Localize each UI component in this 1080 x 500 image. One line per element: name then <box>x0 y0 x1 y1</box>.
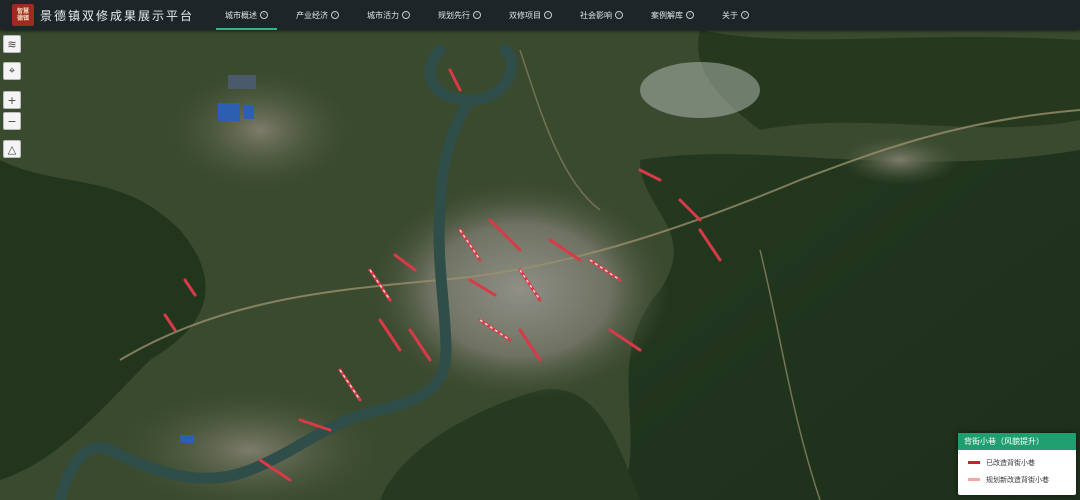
chevron-circle-icon: › <box>741 11 749 19</box>
layers-icon: ≋ <box>7 37 17 51</box>
minus-icon: − <box>7 114 17 128</box>
chevron-circle-icon: › <box>331 11 339 19</box>
map-legend: 背街小巷（风貌提升） 已改造背街小巷 规划新改造背街小巷 <box>958 433 1076 495</box>
legend-title: 背街小巷（风貌提升） <box>958 433 1076 450</box>
building-blue <box>218 103 240 121</box>
nav-item-planning[interactable]: 规划先行 › <box>429 0 490 30</box>
satellite-map[interactable]: ≋ ⌖ + − △ 背街小巷（风貌提升） 已改造背街小巷 规划新改造背街小巷 <box>0 30 1080 500</box>
zoom-out-button[interactable]: − <box>3 112 21 130</box>
chevron-circle-icon: › <box>544 11 552 19</box>
map-canvas[interactable] <box>0 30 1080 500</box>
locate-button[interactable]: ⌖ <box>3 62 21 80</box>
nav-item-cases[interactable]: 案例解库 › <box>642 0 703 30</box>
nav-item-social[interactable]: 社会影响 › <box>571 0 632 30</box>
cloud <box>640 62 760 118</box>
nav-item-projects[interactable]: 双修项目 › <box>500 0 561 30</box>
app-title: 景德镇双修成果展示平台 <box>40 9 195 23</box>
zoom-in-button[interactable]: + <box>3 91 21 109</box>
building-gray <box>228 75 256 89</box>
urban-area-center <box>370 180 670 400</box>
nav-item-industry[interactable]: 产业经济 › <box>287 0 348 30</box>
nav-item-about[interactable]: 关于 › <box>713 0 758 30</box>
plus-icon: + <box>7 93 17 107</box>
chevron-circle-icon: › <box>473 11 481 19</box>
layers-button[interactable]: ≋ <box>3 35 21 53</box>
nav-item-vitality[interactable]: 城市活力 › <box>358 0 419 30</box>
chevron-circle-icon: › <box>686 11 694 19</box>
nav-item-city-overview[interactable]: 城市概述 › <box>216 0 277 30</box>
building-blue <box>244 105 254 119</box>
chevron-circle-icon: › <box>615 11 623 19</box>
main-nav: 城市概述 › 产业经济 › 城市活力 › 规划先行 › 双修项目 › 社会影响 › 案例解库… <box>216 0 768 30</box>
logo: 智慧德镇 <box>12 4 34 26</box>
logo-text: 智慧德镇 <box>16 8 29 22</box>
building-blue <box>180 435 194 443</box>
urban-area-east <box>840 135 960 185</box>
legend-item-planned: 规划新改造背街小巷 <box>958 471 1076 488</box>
chevron-circle-icon: › <box>402 11 410 19</box>
urban-area-northwest <box>170 70 350 190</box>
top-bar: 智慧德镇 景德镇双修成果展示平台 城市概述 › 产业经济 › 城市活力 › 规划先行 ›… <box>0 0 1080 30</box>
legend-item-renovated: 已改造背街小巷 <box>958 454 1076 471</box>
legend-swatch <box>968 478 980 481</box>
measure-button[interactable]: △ <box>3 140 21 158</box>
legend-swatch <box>968 461 980 464</box>
crosshair-icon: ⌖ <box>8 64 16 77</box>
chevron-circle-icon: › <box>260 11 268 19</box>
ruler-icon: △ <box>7 142 17 156</box>
